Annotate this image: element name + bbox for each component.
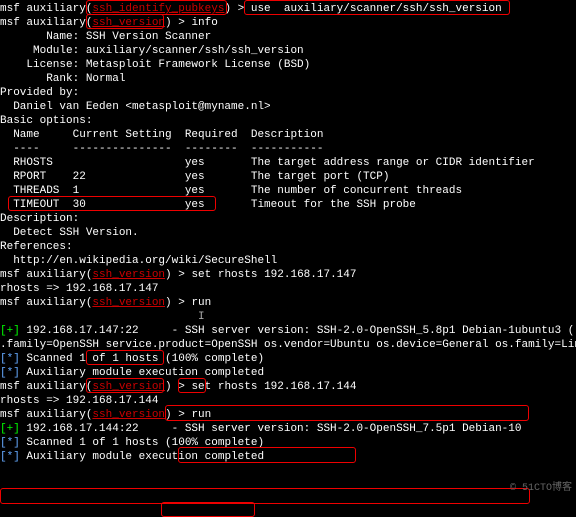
result-line-cont: .family=OpenSSH service.product=OpenSSH …: [0, 338, 576, 352]
info-rank: Rank: Normal: [0, 72, 576, 86]
set-echo: rhosts => 192.168.17.147: [0, 282, 576, 296]
watermark: © 51CTO博客: [510, 482, 572, 496]
basic-options-header: Basic options:: [0, 114, 576, 128]
cursor-line: I: [0, 310, 576, 324]
info-name: Name: SSH Version Scanner: [0, 30, 576, 44]
result-line: [+] 192.168.17.144:22 - SSH server versi…: [0, 422, 576, 436]
options-divider: ---- --------------- -------- ----------…: [0, 142, 576, 156]
module-name: ssh_version: [92, 269, 165, 281]
description-header: Description:: [0, 212, 576, 226]
module-name: ssh_version: [92, 381, 165, 393]
highlight-box: [161, 502, 255, 517]
prompt-line[interactable]: msf auxiliary(ssh_version) > set rhosts …: [0, 380, 576, 394]
prompt-line[interactable]: msf auxiliary(ssh_identify_pubkeys) > us…: [0, 2, 576, 16]
result-line: [+] 192.168.17.147:22 - SSH server versi…: [0, 324, 576, 338]
prompt-line[interactable]: msf auxiliary(ssh_version) > info: [0, 16, 576, 30]
highlight-box: [0, 488, 530, 504]
terminal-output: msf auxiliary(ssh_identify_pubkeys) > us…: [0, 2, 576, 464]
prompt-line[interactable]: msf auxiliary(ssh_version) > run: [0, 296, 576, 310]
prompt-line[interactable]: msf auxiliary(ssh_version) > run: [0, 408, 576, 422]
author-line: Daniel van Eeden <metasploit@myname.nl>: [0, 100, 576, 114]
set-echo: rhosts => 192.168.17.144: [0, 394, 576, 408]
module-name: ssh_version: [92, 17, 165, 29]
option-rhosts: RHOSTS yes The target address range or C…: [0, 156, 576, 170]
scan-line: [*] Scanned 1 of 1 hosts (100% complete): [0, 352, 576, 366]
option-rport: RPORT 22 yes The target port (TCP): [0, 170, 576, 184]
reference-link: http://en.wikipedia.org/wiki/SecureShell: [0, 254, 576, 268]
star-bracket-icon: [*]: [0, 451, 26, 463]
plus-bracket-icon: [+]: [0, 423, 26, 435]
provided-by-header: Provided by:: [0, 86, 576, 100]
aux-complete-line: [*] Auxiliary module execution completed: [0, 366, 576, 380]
references-header: References:: [0, 240, 576, 254]
scan-line: [*] Scanned 1 of 1 hosts (100% complete): [0, 436, 576, 450]
star-bracket-icon: [*]: [0, 367, 26, 379]
module-name: ssh_version: [92, 297, 165, 309]
star-bracket-icon: [*]: [0, 437, 26, 449]
option-threads: THREADS 1 yes The number of concurrent t…: [0, 184, 576, 198]
module-name: ssh_version: [92, 409, 165, 421]
description-text: Detect SSH Version.: [0, 226, 576, 240]
option-timeout: TIMEOUT 30 yes Timeout for the SSH probe: [0, 198, 576, 212]
options-header: Name Current Setting Required Descriptio…: [0, 128, 576, 142]
aux-complete-line: [*] Auxiliary module execution completed: [0, 450, 576, 464]
plus-bracket-icon: [+]: [0, 325, 26, 337]
module-name: ssh_identify_pubkeys: [92, 3, 224, 15]
star-bracket-icon: [*]: [0, 353, 26, 365]
info-license: License: Metasploit Framework License (B…: [0, 58, 576, 72]
prompt-line[interactable]: msf auxiliary(ssh_version) > set rhosts …: [0, 268, 576, 282]
info-module: Module: auxiliary/scanner/ssh/ssh_versio…: [0, 44, 576, 58]
